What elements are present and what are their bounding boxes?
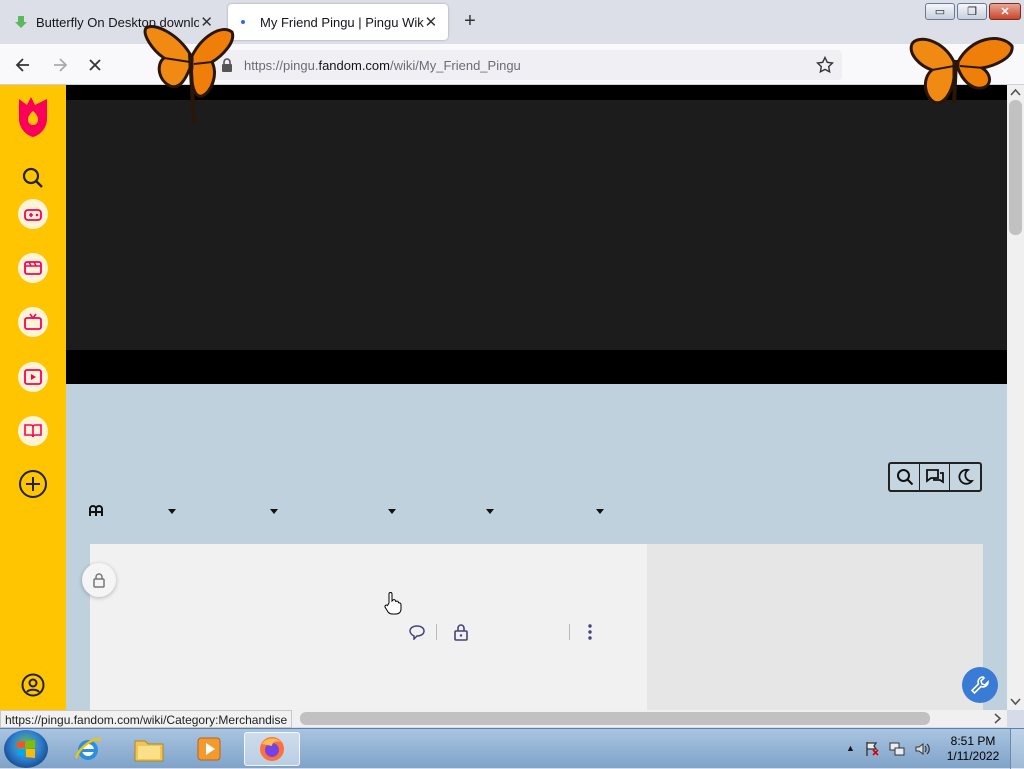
forward-button[interactable] [47, 52, 73, 78]
article-content [90, 544, 647, 710]
show-hidden-icons-button[interactable]: ▲ [846, 741, 855, 757]
network-icon[interactable] [889, 741, 905, 757]
discussions-icon [925, 469, 944, 484]
add-icon[interactable] [18, 469, 48, 499]
file-explorer-icon [134, 740, 164, 762]
url-prefix: https://pingu. [244, 58, 319, 73]
loading-dot-icon [241, 20, 245, 24]
restore-button[interactable]: ❐ [957, 3, 987, 20]
moon-icon [958, 468, 974, 485]
vertical-scrollbar-thumb[interactable] [1009, 100, 1022, 235]
stop-icon [89, 59, 101, 71]
wrench-icon [970, 676, 989, 695]
comment-icon[interactable] [408, 624, 426, 640]
start-button[interactable] [4, 730, 48, 768]
scroll-right-icon[interactable] [994, 713, 1002, 724]
close-tab-icon[interactable]: ✕ [199, 13, 214, 31]
nav-dropdown-chevron-down-icon[interactable] [168, 509, 176, 514]
scroll-up-icon[interactable] [1010, 88, 1021, 96]
back-arrow-icon [15, 58, 29, 72]
navigation-toolbar: https://pingu.fandom.com/wiki/My_Friend_… [0, 44, 1024, 85]
url-domain: fandom.com [318, 58, 390, 73]
clock-time: 8:51 PM [950, 734, 996, 748]
clock-date: 1/11/2022 [946, 749, 1000, 763]
back-button[interactable] [10, 52, 36, 78]
close-window-button[interactable]: ✕ [989, 3, 1021, 20]
search-icon[interactable] [21, 166, 45, 190]
tv-icon[interactable] [18, 307, 48, 337]
fandom-logo-icon[interactable] [16, 95, 50, 139]
volume-icon[interactable] [914, 741, 930, 757]
sticky-lock-button[interactable] [82, 563, 116, 597]
discussions-button[interactable] [920, 464, 950, 490]
taskbar-file-explorer[interactable] [121, 732, 177, 766]
right-rail [647, 544, 983, 710]
internet-explorer-icon [74, 738, 102, 760]
search-icon [896, 469, 913, 486]
firefox-icon [260, 737, 284, 761]
wiki-tools-button[interactable] [962, 667, 998, 703]
forward-arrow-icon [54, 58, 68, 72]
dark-mode-button[interactable] [950, 464, 980, 490]
wiki-logo-icon[interactable] [89, 505, 103, 517]
more-options-icon[interactable] [586, 623, 594, 641]
divider [436, 624, 437, 640]
wiki-search-button[interactable] [890, 464, 920, 490]
user-icon[interactable] [21, 673, 45, 697]
lock-icon [222, 58, 232, 72]
horizontal-scrollbar-thumb[interactable] [300, 712, 930, 725]
wiki-tools-bar [888, 462, 982, 492]
movies-icon[interactable] [18, 253, 48, 283]
stop-loading-button[interactable] [82, 52, 108, 78]
hand-cursor-icon [384, 592, 402, 615]
tab-pingu-wiki[interactable]: My Friend Pingu | Pingu Wiki | F ✕ [228, 4, 448, 40]
taskbar-internet-explorer[interactable] [60, 732, 116, 766]
nav-dropdown-chevron-down-icon[interactable] [270, 509, 278, 514]
minimize-icon: ▭ [934, 6, 946, 18]
system-tray: ▲ [846, 741, 930, 757]
url-path: /wiki/My_Friend_Pingu [390, 58, 521, 73]
nav-dropdown-chevron-down-icon[interactable] [596, 509, 604, 514]
nav-dropdown-chevron-down-icon[interactable] [486, 509, 494, 514]
tab-title: Butterfly On Desktop download [36, 14, 200, 30]
games-icon[interactable] [18, 199, 48, 229]
scroll-down-icon[interactable] [1010, 698, 1021, 706]
minimize-button[interactable]: ▭ [925, 3, 955, 20]
tab-butterfly-download[interactable]: Butterfly On Desktop download ✕ [4, 4, 224, 40]
video-icon[interactable] [18, 362, 48, 392]
download-favicon-icon [15, 16, 27, 28]
restore-icon: ❐ [967, 6, 977, 18]
fandom-global-nav [0, 85, 66, 710]
url-text[interactable]: https://pingu.fandom.com/wiki/My_Friend_… [244, 58, 521, 73]
divider [569, 624, 570, 640]
close-tab-icon[interactable]: ✕ [424, 13, 438, 31]
url-bar[interactable]: https://pingu.fandom.com/wiki/My_Friend_… [212, 50, 842, 80]
media-player-icon [197, 737, 221, 761]
tab-strip: Butterfly On Desktop download ✕ My Frien… [0, 0, 1024, 44]
status-bar-link-preview: https://pingu.fandom.com/wiki/Category:M… [0, 710, 293, 728]
hero-video-area [66, 100, 1007, 350]
books-icon[interactable] [18, 416, 48, 446]
lock-icon [93, 573, 105, 588]
tab-title: My Friend Pingu | Pingu Wiki | F [260, 14, 424, 30]
close-icon: ✕ [1000, 6, 1010, 18]
system-clock[interactable]: 8:51 PM 1/11/2022 [940, 734, 1006, 764]
taskbar-firefox[interactable] [244, 732, 300, 766]
edit-lock-icon[interactable] [453, 623, 469, 641]
taskbar-media-player[interactable] [181, 732, 237, 766]
show-desktop-button[interactable] [1010, 729, 1024, 769]
windows-logo-icon [17, 740, 35, 758]
bookmark-star-icon[interactable] [816, 56, 834, 74]
nav-dropdown-chevron-down-icon[interactable] [388, 509, 396, 514]
windows-taskbar: ▲ 8:51 PM 1/11/2022 [0, 728, 1024, 769]
action-center-flag-icon[interactable] [864, 741, 880, 757]
new-tab-button[interactable]: + [458, 10, 482, 34]
